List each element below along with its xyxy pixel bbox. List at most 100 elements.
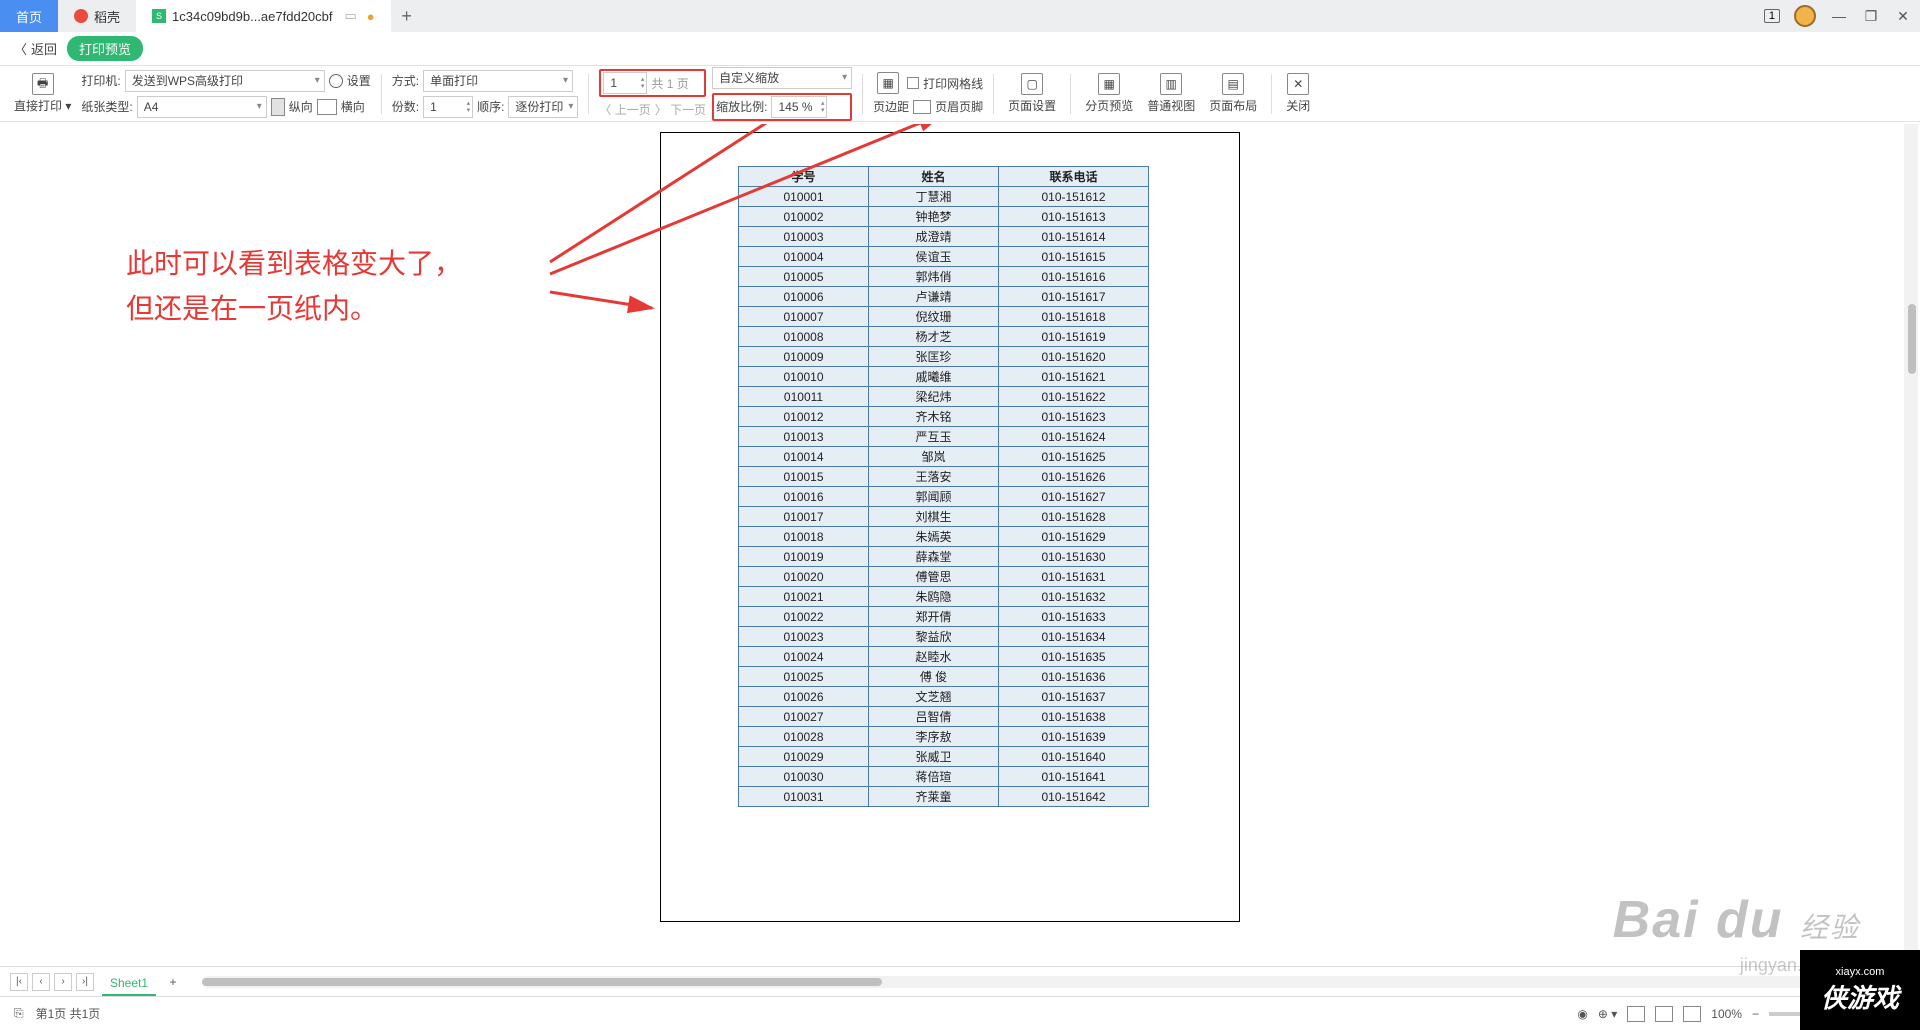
page-number-input[interactable]: 1: [603, 72, 647, 94]
zoom-in-button[interactable]: +: [1899, 1007, 1906, 1021]
table-header: 学号: [739, 167, 869, 187]
printer-select[interactable]: 发送到WPS高级打印: [125, 70, 325, 92]
table-row: 010017刘棋生010-151628: [739, 507, 1149, 527]
table-row: 010030蒋倍瑄010-151641: [739, 767, 1149, 787]
gridlines-label: 打印网格线: [923, 75, 983, 92]
copies-input[interactable]: 1: [423, 96, 473, 118]
print-preview-pill: 打印预览: [67, 36, 143, 61]
normal-view-button[interactable]: ▥普通视图: [1143, 73, 1199, 114]
paper-select[interactable]: A4: [137, 96, 267, 118]
paper-label: 纸张类型:: [81, 98, 132, 115]
tab-bar: 首页 稻壳 S 1c34c09bd9b...ae7fdd20cbf ▭ ● + …: [0, 0, 1920, 32]
orient-portrait-button[interactable]: 纵向: [289, 98, 313, 115]
horizontal-scrollbar[interactable]: [202, 976, 1898, 988]
headerfooter-icon: [913, 100, 931, 114]
table-header: 姓名: [869, 167, 999, 187]
back-button[interactable]: 〈 返回: [14, 39, 57, 58]
order-select[interactable]: 逐份打印: [508, 96, 578, 118]
page-layout-icon: ▤: [1222, 73, 1244, 95]
table-row: 010020傅管思010-151631: [739, 567, 1149, 587]
close-window-button[interactable]: ✕: [1894, 7, 1912, 25]
table-row: 010023黎益欣010-151634: [739, 627, 1149, 647]
status-bar: ⎘ 第1页 共1页 ◉ ⊕ ▾ 100% − +: [0, 996, 1920, 1030]
tab-home[interactable]: 首页: [0, 0, 58, 32]
zoom-ratio-input[interactable]: 145 %: [771, 96, 827, 118]
sheet-first-button[interactable]: |‹: [10, 973, 28, 991]
back-bar: 〈 返回 打印预览: [0, 32, 1920, 66]
table-row: 010021朱鸥隐010-151632: [739, 587, 1149, 607]
table-row: 010019薛森堂010-151630: [739, 547, 1149, 567]
zoom-value[interactable]: 100%: [1711, 1007, 1742, 1021]
table-row: 010014邹岚010-151625: [739, 447, 1149, 467]
table-row: 010024赵睦水010-151635: [739, 647, 1149, 667]
table-row: 010011梁纪炜010-151622: [739, 387, 1149, 407]
zoom-mode-select[interactable]: 自定义缩放: [712, 67, 852, 89]
tab-file[interactable]: S 1c34c09bd9b...ae7fdd20cbf ▭ ●: [136, 0, 391, 32]
printer-label: 打印机:: [81, 72, 120, 89]
landscape-icon: [317, 99, 337, 115]
table-row: 010010戚曦维010-151621: [739, 367, 1149, 387]
vertical-scrollbar[interactable]: [1904, 124, 1918, 974]
sheet-last-button[interactable]: ›|: [76, 973, 94, 991]
minimize-button[interactable]: —: [1830, 7, 1848, 25]
table-row: 010026文芝翘010-151637: [739, 687, 1149, 707]
sheet-tab[interactable]: Sheet1: [102, 972, 156, 996]
tab-dock[interactable]: 稻壳: [58, 0, 136, 32]
margins-button[interactable]: ▦: [873, 72, 903, 94]
order-label: 顺序:: [477, 98, 504, 115]
page-total-label: 共 1 页: [651, 75, 688, 92]
close-preview-button[interactable]: ✕关闭: [1282, 73, 1314, 114]
view-mode-3[interactable]: [1683, 1006, 1701, 1022]
page-layout-button[interactable]: ▤页面布局: [1205, 73, 1261, 114]
table-row: 010004侯谊玉010-151615: [739, 247, 1149, 267]
table-row: 010027吕智倩010-151638: [739, 707, 1149, 727]
sheet-bar: |‹ ‹ › ›| Sheet1 +: [0, 966, 1920, 996]
settings-button[interactable]: 设置: [347, 72, 371, 89]
normal-view-icon: ▥: [1160, 73, 1182, 95]
eye-icon[interactable]: ◉: [1577, 1007, 1587, 1021]
maximize-button[interactable]: ❐: [1862, 7, 1880, 25]
table-row: 010029张威卫010-151640: [739, 747, 1149, 767]
zoom-out-button[interactable]: −: [1752, 1007, 1759, 1021]
lang-icon[interactable]: ⊕ ▾: [1598, 1007, 1617, 1021]
prev-page-button[interactable]: 〈 上一页: [599, 101, 650, 118]
mode-label: 方式:: [392, 72, 419, 89]
print-mode-select[interactable]: 单面打印: [423, 70, 573, 92]
view-mode-1[interactable]: [1627, 1006, 1645, 1022]
table-row: 010018朱嫣英010-151629: [739, 527, 1149, 547]
add-sheet-button[interactable]: +: [164, 973, 182, 991]
page-break-icon: ▦: [1098, 73, 1120, 95]
avatar[interactable]: [1794, 5, 1816, 27]
headerfooter-button[interactable]: 页眉页脚: [935, 98, 983, 115]
page-setup-button[interactable]: ▢页面设置: [1004, 73, 1060, 114]
zoom-ratio-label: 缩放比例:: [716, 98, 767, 115]
view-mode-2[interactable]: [1655, 1006, 1673, 1022]
page-setup-icon: ▢: [1021, 73, 1043, 95]
doc-count-badge[interactable]: 1: [1764, 9, 1780, 23]
table-row: 010002钟艳梦010-151613: [739, 207, 1149, 227]
zoom-slider[interactable]: [1769, 1012, 1889, 1016]
notes-icon[interactable]: ⎘: [14, 1006, 24, 1021]
table-row: 010015王落安010-151626: [739, 467, 1149, 487]
tab-dirty-icon: ●: [367, 9, 375, 24]
table-row: 010028李序敖010-151639: [739, 727, 1149, 747]
margins-label[interactable]: 页边距: [873, 98, 909, 115]
page-break-button[interactable]: ▦分页预览: [1081, 73, 1137, 114]
table-row: 010025傅 俊010-151636: [739, 667, 1149, 687]
gridlines-checkbox[interactable]: [907, 77, 919, 89]
orient-landscape-button[interactable]: 横向: [341, 98, 365, 115]
ribbon: 🖶 直接打印 ▾ 打印机: 发送到WPS高级打印 设置 纸张类型: A4 纵向 …: [0, 66, 1920, 122]
table-row: 010009张匡珍010-151620: [739, 347, 1149, 367]
sheet-next-button[interactable]: ›: [54, 973, 72, 991]
table-row: 010013严互玉010-151624: [739, 427, 1149, 447]
sheet-prev-button[interactable]: ‹: [32, 973, 50, 991]
next-page-button[interactable]: 〉 下一页: [655, 101, 706, 118]
gear-icon: [329, 74, 343, 88]
dock-icon: [74, 9, 88, 23]
table-row: 010022郑开倩010-151633: [739, 607, 1149, 627]
tab-add-button[interactable]: +: [391, 0, 423, 32]
tab-menu-icon[interactable]: ▭: [345, 8, 357, 24]
copies-label: 份数:: [392, 98, 419, 115]
direct-print-button[interactable]: 🖶 直接打印 ▾: [10, 73, 75, 114]
table-row: 010016郭闻顾010-151627: [739, 487, 1149, 507]
